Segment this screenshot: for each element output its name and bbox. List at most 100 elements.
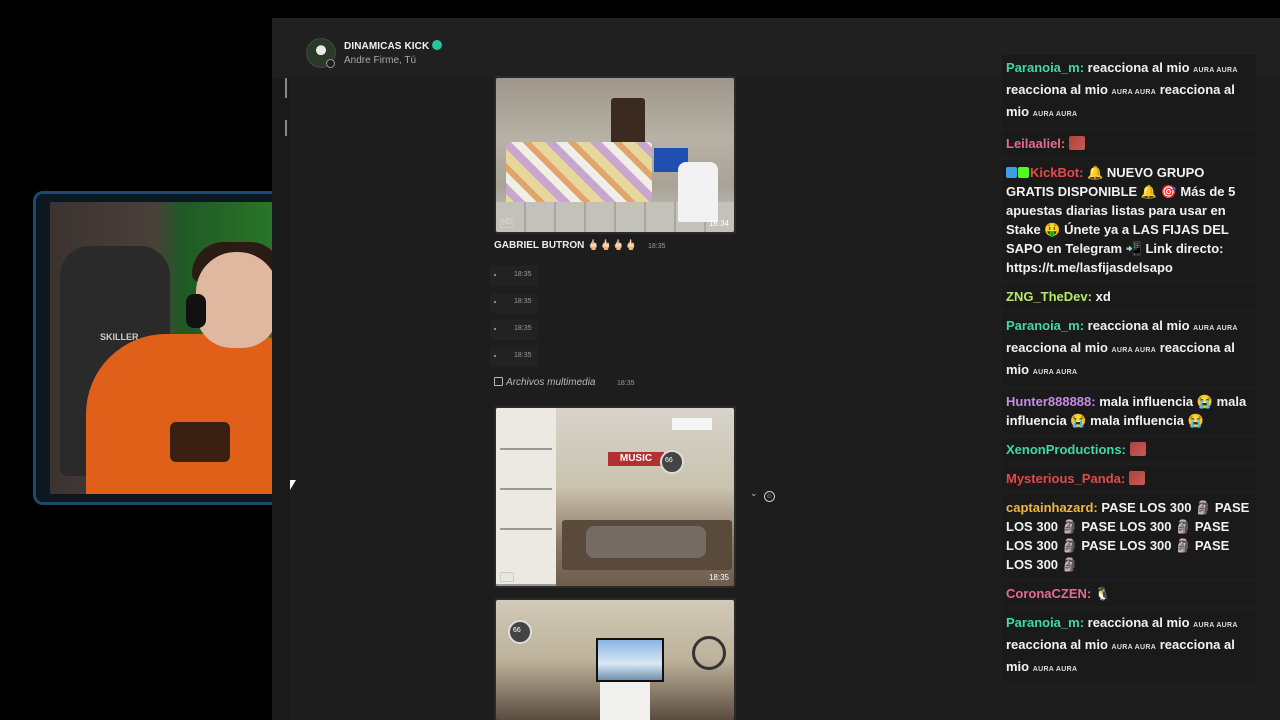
chat-username[interactable]: Mysterious_Panda:	[1006, 471, 1125, 486]
message-actions[interactable]: ⌄ ☺	[750, 488, 775, 502]
air-conditioner	[672, 418, 712, 430]
chat-username[interactable]: captainhazard:	[1006, 500, 1098, 515]
cube-shelf	[600, 682, 650, 720]
chat-message: CoronaCZEN: 🐧	[1002, 581, 1256, 606]
chat-text: 🐧	[1094, 586, 1112, 601]
shelf	[496, 408, 556, 586]
left-scroll-rail	[272, 78, 290, 720]
chat-username[interactable]: CoronaCZEN:	[1006, 586, 1091, 601]
chat-message: Paranoia_m: reacciona al mio AURA AURA r…	[1002, 55, 1256, 127]
chat-username[interactable]: Paranoia_m:	[1006, 615, 1084, 630]
shelf-board	[500, 528, 552, 530]
bed	[506, 142, 652, 208]
hoodie-print	[170, 422, 230, 462]
empty-message[interactable]: 18:35	[490, 266, 538, 286]
chat-message: KickBot: 🔔 NUEVO GRUPO GRATIS DISPONIBLE…	[1002, 160, 1256, 280]
message-timestamp: 18:35	[514, 298, 532, 305]
aura-emote: AURA AURA	[1193, 325, 1238, 332]
chat-emote-icon	[1068, 136, 1085, 150]
chat-text: 🔔 NUEVO GRUPO GRATIS DISPONIBLE 🔔 🎯 Más …	[1006, 165, 1236, 275]
message-timestamp: 18:35	[514, 325, 532, 332]
aura-emote: AURA AURA	[1111, 644, 1157, 651]
chat-username[interactable]: Hunter888888:	[1006, 394, 1096, 409]
chat-username[interactable]: Leilaaliel:	[1006, 136, 1065, 151]
kick-chat-overlay: Paranoia_m: reacciona al mio AURA AURA r…	[1002, 55, 1256, 686]
chat-message: Leilaaliel:	[1002, 131, 1256, 156]
mouse-cursor-icon	[290, 480, 296, 490]
status-icon	[326, 59, 335, 68]
photo-timestamp: 18:35	[708, 573, 729, 582]
shelf-board	[500, 488, 552, 490]
chat-message: XenonProductions:	[1002, 437, 1256, 462]
message-dot	[494, 301, 496, 303]
react-emoji-icon[interactable]: ☺	[763, 491, 775, 502]
chat-message: Mysterious_Panda:	[1002, 466, 1256, 491]
sword-badge-icon	[1006, 167, 1017, 178]
hd-badge: HD	[500, 572, 515, 582]
verified-badge-icon	[1018, 167, 1029, 178]
chat-message: captainhazard: PASE LOS 300 🗿 PASE LOS 3…	[1002, 495, 1256, 577]
message-dot	[494, 274, 496, 276]
television	[596, 638, 664, 682]
chat-text: reacciona al mio	[1006, 82, 1112, 97]
message-text: GABRIEL BUTRON 🖕🏻🖕🏻🖕🏻🖕🏻	[494, 240, 637, 251]
empty-message[interactable]: 18:35	[490, 293, 538, 313]
bedroom-photo[interactable]: HD 18:34	[496, 78, 734, 232]
message-timestamp: 18:35	[648, 243, 666, 250]
message-dot	[494, 355, 496, 357]
chat-username[interactable]: ZNG_TheDev:	[1006, 289, 1092, 304]
route-66-sign: 66	[660, 450, 684, 474]
route-number: 66	[665, 457, 673, 464]
aura-emote: AURA AURA	[1032, 111, 1078, 118]
rail-tick	[285, 78, 287, 98]
aura-emote: AURA AURA	[1111, 347, 1157, 354]
chat-message: Paranoia_m: reacciona al mio AURA AURA r…	[1002, 610, 1256, 682]
media-label[interactable]: Archivos multimedia	[494, 377, 595, 388]
chat-username[interactable]: KickBot:	[1030, 165, 1083, 180]
green-circle-icon	[432, 40, 443, 50]
bike-wheel	[692, 636, 726, 670]
route-66-sign: 66	[508, 620, 532, 644]
photo-message[interactable]: HD 18:34	[494, 76, 736, 234]
chat-emote-icon	[1129, 442, 1146, 456]
group-name-text: DINAMICAS KICK	[344, 41, 430, 52]
aura-emote: AURA AURA	[1193, 622, 1238, 629]
message-timestamp: 18:35	[514, 271, 532, 278]
chat-emote-icon	[1128, 471, 1145, 485]
chevron-down-icon[interactable]: ⌄	[750, 488, 758, 499]
photo-message[interactable]: MUSIC 66 HD 18:35	[494, 406, 736, 588]
message-timestamp: 18:35	[514, 352, 532, 359]
chat-text: xd	[1095, 289, 1111, 304]
route-number: 66	[513, 627, 521, 634]
empty-message[interactable]: 18:35	[490, 320, 538, 340]
aura-emote: AURA AURA	[1111, 89, 1157, 96]
group-members: Andre Firme, Tú	[344, 55, 417, 66]
plastic-chair	[678, 162, 718, 222]
chat-message: Hunter888888: mala influencia 😭 mala inf…	[1002, 389, 1256, 433]
aura-emote: AURA AURA	[1032, 666, 1078, 673]
chat-username[interactable]: Paranoia_m:	[1006, 318, 1084, 333]
chat-text: reacciona al mio	[1087, 318, 1194, 333]
bedroom-photo[interactable]: MUSIC 66 HD 18:35	[496, 408, 734, 586]
aura-emote: AURA AURA	[1032, 369, 1078, 376]
chat-username[interactable]: Paranoia_m:	[1006, 60, 1084, 75]
photo-message[interactable]: 66	[494, 598, 736, 720]
chat-text: reacciona al mio	[1087, 615, 1194, 630]
chat-username[interactable]: XenonProductions:	[1006, 442, 1126, 457]
streamer-face	[196, 252, 278, 348]
music-sign: MUSIC	[608, 452, 664, 466]
chat-text: reacciona al mio	[1087, 60, 1194, 75]
headphones	[186, 294, 206, 328]
scroll-handle[interactable]	[285, 120, 287, 136]
chat-text: reacciona al mio	[1006, 340, 1112, 355]
aura-emote: AURA AURA	[1193, 67, 1238, 74]
chat-message: ZNG_TheDev: xd	[1002, 284, 1256, 309]
bedroom-photo[interactable]: 66	[496, 600, 734, 720]
media-timestamp: 18:35	[617, 380, 635, 387]
blanket	[586, 526, 706, 558]
group-name[interactable]: DINAMICAS KICK	[344, 40, 443, 52]
media-label-text: Archivos multimedia	[506, 377, 596, 388]
hd-badge: HD	[500, 218, 515, 228]
chat-text: reacciona al mio	[1006, 637, 1112, 652]
empty-message[interactable]: 18:35	[490, 347, 538, 367]
